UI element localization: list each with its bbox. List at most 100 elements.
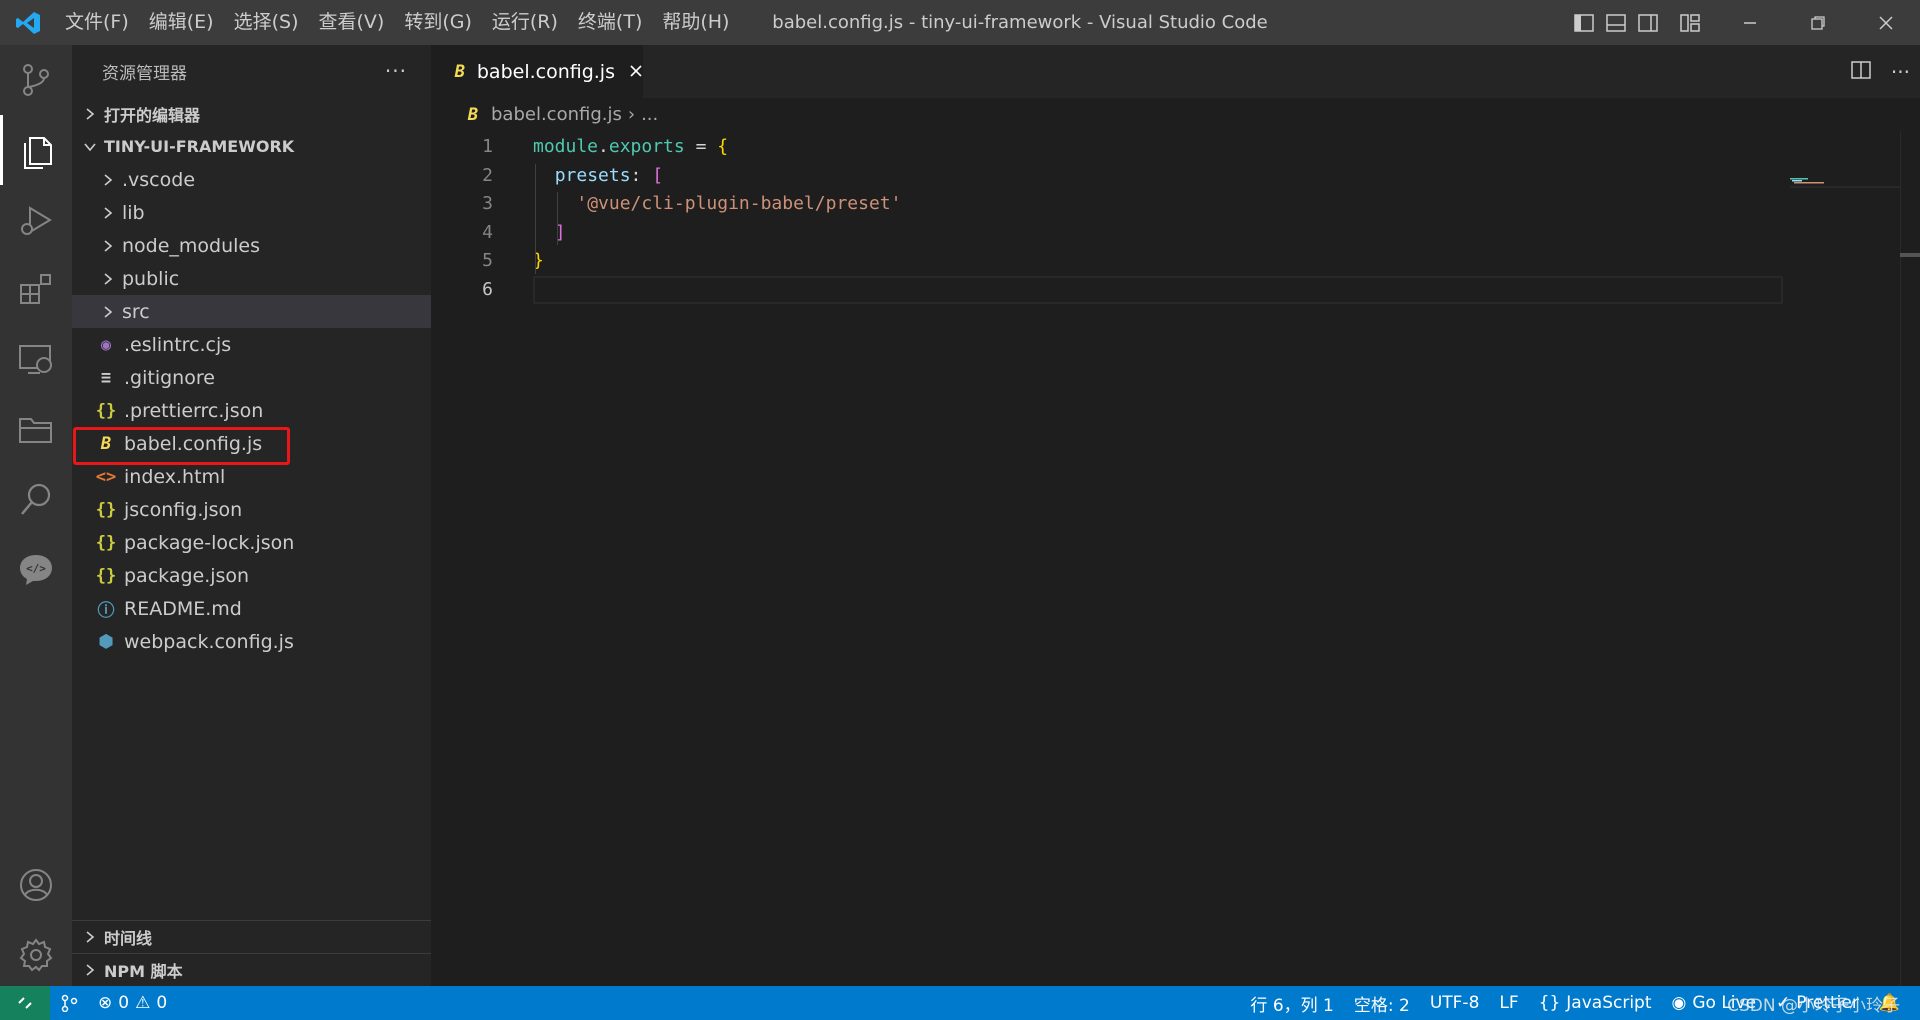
menu-item[interactable]: 文件(F) (55, 0, 139, 45)
activity-bar: </> (0, 45, 72, 986)
breadcrumb-more[interactable]: ... (641, 104, 658, 125)
search-icon[interactable] (0, 465, 72, 535)
toggle-panel-icon[interactable] (1600, 0, 1632, 45)
editor-scrollbar[interactable] (1900, 131, 1920, 986)
breadcrumb-file[interactable]: babel.config.js (491, 104, 622, 125)
end-of-line[interactable]: LF (1489, 986, 1528, 1020)
tree-file-label: jsconfig.json (124, 498, 243, 521)
close-tab-icon[interactable] (629, 61, 643, 83)
live-share-chat-icon[interactable]: </> (0, 535, 72, 605)
menu-item[interactable]: 编辑(E) (139, 0, 224, 45)
breadcrumb-separator-icon: › (627, 104, 636, 125)
toggle-sidebar-icon[interactable] (1568, 0, 1600, 45)
remote-explorer-icon[interactable] (0, 325, 72, 395)
code-line: 1 module.exports = { (431, 133, 1781, 161)
tree-file-label: .gitignore (124, 366, 215, 389)
chevron-right-icon (80, 963, 100, 977)
tree-file[interactable]: ⓘ README.md (72, 592, 431, 625)
language-label: JavaScript (1566, 993, 1652, 1013)
tree-folder-label: .vscode (122, 168, 196, 191)
chevron-right-icon (98, 305, 118, 319)
run-debug-icon[interactable] (0, 185, 72, 255)
tree-folder[interactable]: public (72, 262, 431, 295)
extensions-icon[interactable] (0, 255, 72, 325)
chevron-right-icon (98, 206, 118, 220)
encoding[interactable]: UTF-8 (1420, 986, 1490, 1020)
explorer-sidebar: 资源管理器 ··· 打开的编辑器 TINY-UI-FRAMEWORK .vsco… (72, 45, 431, 986)
babel-icon: B (454, 61, 466, 82)
tree-folder[interactable]: node_modules (72, 229, 431, 262)
tree-folder[interactable]: .vscode (72, 163, 431, 196)
remote-indicator-icon[interactable] (0, 986, 50, 1020)
chevron-right-icon (80, 930, 100, 944)
tree-file[interactable]: Bbabel.config.js (72, 427, 431, 465)
more-actions-icon[interactable]: ··· (385, 59, 407, 83)
settings-gear-icon[interactable] (0, 920, 72, 990)
project-label: TINY-UI-FRAMEWORK (104, 137, 295, 156)
restore-button[interactable] (1784, 0, 1852, 45)
open-editors-section[interactable]: 打开的编辑器 (72, 97, 431, 130)
menu-item[interactable]: 终端(T) (568, 0, 652, 45)
problems-status[interactable]: ⊗ 0 ⚠ 0 (88, 986, 177, 1020)
status-bar: ⊗ 0 ⚠ 0 行 6，列 1 空格: 2 UTF-8 LF {} JavaSc… (0, 986, 1920, 1020)
timeline-section[interactable]: 时间线 (72, 920, 431, 953)
menu-item[interactable]: 转到(G) (394, 0, 482, 45)
project-section[interactable]: TINY-UI-FRAMEWORK (72, 130, 431, 163)
language-mode[interactable]: {} JavaScript (1529, 986, 1662, 1020)
close-window-button[interactable] (1852, 0, 1920, 45)
editor-more-actions-icon[interactable]: ··· (1891, 60, 1910, 84)
menu-item[interactable]: 查看(V) (309, 0, 395, 45)
account-icon[interactable] (0, 850, 72, 920)
npm-scripts-section[interactable]: NPM 脚本 (72, 953, 431, 986)
code-line: 5} (431, 247, 1781, 275)
menu-item[interactable]: 运行(R) (482, 0, 568, 45)
source-control-status-icon[interactable] (50, 986, 88, 1020)
braces-icon: {} (1538, 993, 1561, 1013)
chevron-right-icon (98, 173, 118, 187)
menu-item[interactable]: 选择(S) (224, 0, 309, 45)
minimap[interactable] (1790, 173, 1900, 193)
source-control-icon[interactable] (0, 45, 72, 115)
cursor-position[interactable]: 行 6，列 1 (1240, 986, 1343, 1020)
menu-bar: 文件(F) 编辑(E) 选择(S) 查看(V) 转到(G) 运行(R) 终端(T) 帮助(H) (55, 0, 739, 45)
tab-babel-config[interactable]: B babel.config.js (431, 45, 643, 98)
chevron-down-icon (80, 142, 100, 152)
code-text: module.exports = { (533, 136, 729, 157)
tree-folder[interactable]: lib (72, 196, 431, 229)
scrollbar-cursor-mark (1900, 253, 1920, 257)
customize-layout-icon[interactable] (1674, 0, 1706, 45)
explorer-icon[interactable] (0, 115, 72, 185)
html-icon: <> (95, 466, 117, 487)
tree-file[interactable]: ⬢ webpack.config.js (72, 625, 431, 658)
indentation[interactable]: 空格: 2 (1344, 986, 1420, 1020)
tree-file[interactable]: ◉ .eslintrc.cjs (72, 328, 431, 361)
tree-file-label: .eslintrc.cjs (124, 333, 232, 356)
tree-folder-label: node_modules (122, 234, 261, 257)
tree-file[interactable]: {} .prettierrc.json (72, 394, 431, 427)
tab-label: babel.config.js (476, 60, 615, 83)
code-line: 4 ] (431, 219, 1781, 247)
tree-file[interactable]: <> index.html (72, 460, 431, 493)
tree-file[interactable]: {} package.json (72, 559, 431, 592)
indent-guide (557, 192, 558, 245)
tab-bar: B babel.config.js ··· (431, 45, 1920, 98)
line-number: 4 (482, 221, 493, 243)
tree-folder-label: lib (122, 201, 145, 224)
error-count: 0 (118, 993, 130, 1013)
split-editor-icon[interactable] (1851, 60, 1871, 83)
line-number: 6 (482, 278, 493, 300)
eslint-icon: ◉ (100, 334, 112, 355)
warning-count: 0 (156, 993, 168, 1013)
tree-file[interactable]: ≡ .gitignore (72, 361, 431, 394)
tree-folder[interactable]: src (72, 295, 431, 328)
error-icon: ⊗ (98, 993, 113, 1013)
lines-icon: ≡ (100, 367, 112, 388)
project-manager-icon[interactable] (0, 395, 72, 465)
tree-file-label: package.json (124, 564, 250, 587)
minimize-button[interactable] (1716, 0, 1784, 45)
menu-item[interactable]: 帮助(H) (652, 0, 739, 45)
code-text: ] (554, 221, 566, 243)
tree-file[interactable]: {} package-lock.json (72, 526, 431, 559)
toggle-secondary-sidebar-icon[interactable] (1632, 0, 1664, 45)
tree-file[interactable]: {} jsconfig.json (72, 493, 431, 526)
